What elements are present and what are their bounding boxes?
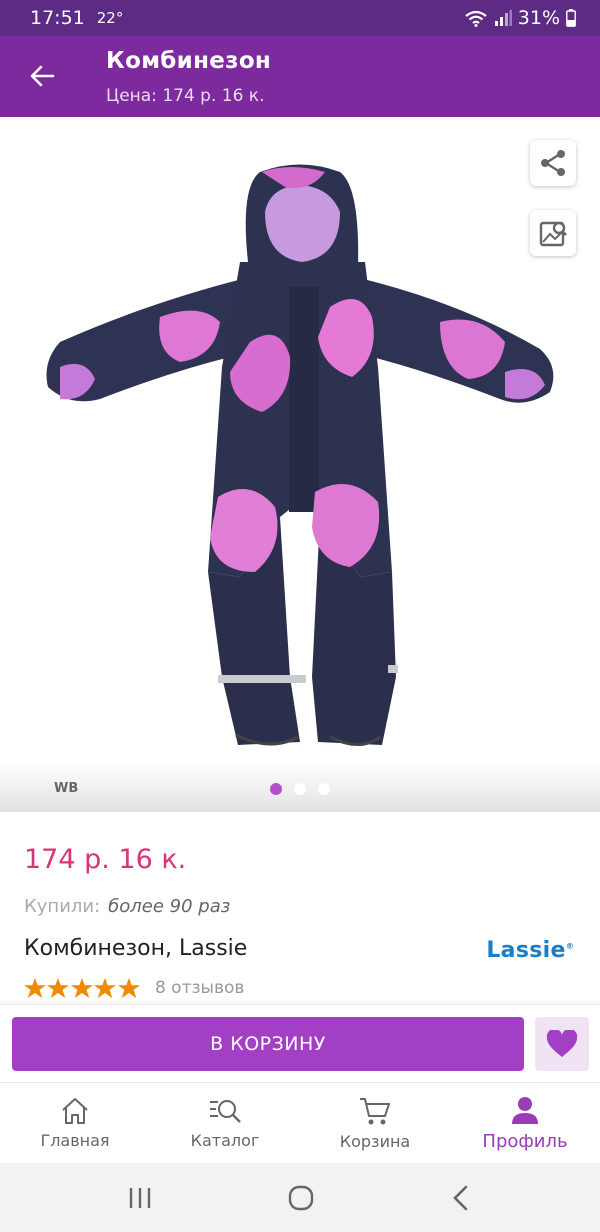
product-image [46,164,554,746]
star-icon [94,978,117,998]
reviews-count[interactable]: 8 отзывов [155,978,244,998]
gallery-dot[interactable] [270,783,282,795]
star-icon [117,978,140,998]
cart-icon [360,1097,390,1124]
home-circle-icon[interactable] [287,1184,315,1212]
purchase-count-label: Купили: [24,896,101,917]
product-gallery[interactable]: WB [0,117,600,812]
share-icon [541,150,565,176]
product-price: 174 р. 16 к. [24,844,187,875]
recent-apps-icon[interactable] [127,1186,153,1210]
nav-item-cart[interactable]: Корзина [300,1083,450,1163]
brand-logo[interactable]: Lassie® [486,938,574,963]
battery-percent: 31% [517,7,560,29]
system-back-icon[interactable] [449,1185,473,1211]
gallery-pagination[interactable] [0,783,600,795]
nav-label-cart: Корзина [339,1131,411,1151]
page-title: Комбинезон [106,48,272,74]
nav-label-profile: Профиль [482,1130,568,1152]
brand-name: Lassie [486,938,566,963]
nav-label-home: Главная [40,1130,110,1150]
app-bar: Комбинезон Цена: 174 р. 16 к. [0,36,600,117]
wifi-icon [465,10,487,27]
image-search-button[interactable] [530,210,576,256]
product-info: 174 р. 16 к. Купили: более 90 раз Комбине… [0,812,600,1004]
share-button[interactable] [530,140,576,186]
nav-item-home[interactable]: Главная [0,1083,150,1163]
cart-action-bar: В КОРЗИНУ [0,1004,600,1082]
nav-item-profile[interactable]: Профиль [450,1083,600,1163]
image-search-icon [539,221,567,247]
product-rating[interactable]: 8 отзывов [24,978,244,998]
nav-item-catalog[interactable]: Каталог [150,1083,300,1163]
status-time: 17:51 [30,7,85,29]
star-icon [24,978,46,998]
bottom-navigation: Главная Каталог Корзина Профиль [0,1082,600,1163]
star-icon [47,978,70,998]
status-temperature: 22° [96,9,124,27]
profile-icon [512,1096,538,1124]
page-subtitle: Цена: 174 р. 16 к. [106,86,265,106]
gallery-dot[interactable] [318,783,330,795]
status-bar: 17:51 22° 31% [0,0,600,36]
product-name: Комбинезон, Lassie [24,936,248,961]
battery-icon [566,9,576,27]
home-icon [62,1097,88,1124]
signal-icon [494,10,512,26]
arrow-left-icon [30,65,55,87]
purchase-count: Купили: более 90 раз [24,896,230,917]
add-to-cart-button[interactable]: В КОРЗИНУ [12,1017,524,1071]
system-navigation-bar [0,1163,600,1232]
favorite-button[interactable] [535,1017,589,1071]
gallery-dot[interactable] [294,783,306,795]
back-button[interactable] [24,58,60,94]
heart-icon [546,1030,578,1057]
purchase-count-value: более 90 раз [108,896,231,917]
star-icon [70,978,93,998]
catalog-search-icon [210,1099,241,1123]
nav-label-catalog: Каталог [190,1130,260,1150]
